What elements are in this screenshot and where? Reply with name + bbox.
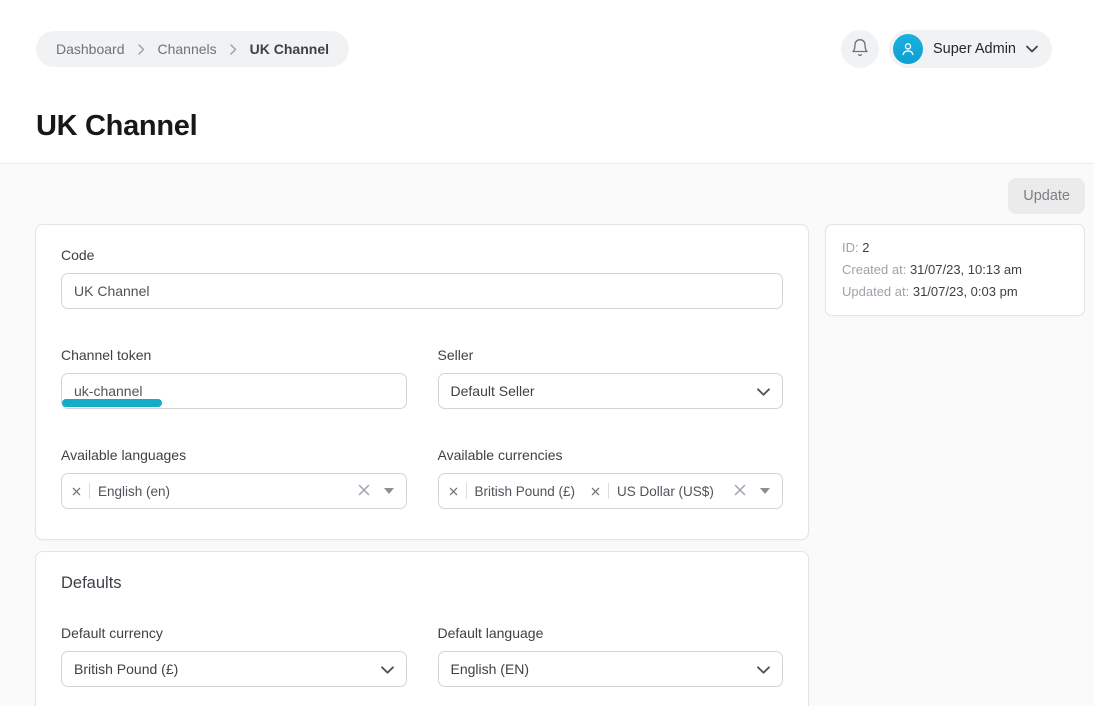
available-languages-field: Available languages English (en): [61, 447, 407, 509]
x-icon: [734, 484, 746, 499]
avatar: [893, 34, 923, 64]
meta-created-label: Created at:: [842, 262, 906, 277]
seller-field: Seller Default Seller: [438, 347, 784, 409]
default-language-select[interactable]: English (EN): [438, 651, 784, 687]
user-menu[interactable]: Super Admin: [889, 30, 1052, 68]
breadcrumb: Dashboard Channels UK Channel: [36, 31, 349, 67]
currency-chip: US Dollar (US$): [591, 483, 714, 499]
top-bar: Dashboard Channels UK Channel: [0, 0, 1094, 68]
multiselect-controls: [358, 484, 394, 499]
remove-chip-button[interactable]: [72, 484, 81, 499]
code-field: Code: [61, 247, 783, 309]
available-languages-multiselect[interactable]: English (en): [61, 473, 407, 509]
default-currency-select[interactable]: British Pound (£): [61, 651, 407, 687]
available-currencies-label: Available currencies: [438, 447, 784, 463]
default-language-field: Default language English (EN): [438, 625, 784, 687]
available-currencies-multiselect[interactable]: British Pound (£) US Dollar (US$): [438, 473, 784, 509]
top-right-actions: Super Admin: [841, 30, 1052, 68]
chip-label: English (en): [98, 484, 170, 499]
title-section: UK Channel: [0, 68, 1094, 163]
x-icon: [358, 484, 370, 499]
remove-chip-button[interactable]: [591, 484, 600, 499]
chip-divider: [608, 483, 609, 499]
breadcrumb-item-dashboard[interactable]: Dashboard: [56, 41, 125, 57]
update-button[interactable]: Update: [1008, 178, 1085, 214]
bell-icon: [850, 38, 870, 61]
seller-label: Seller: [438, 347, 784, 363]
chevron-down-icon: [1026, 40, 1038, 58]
chevron-down-icon: [757, 661, 770, 677]
actions-row: Update: [35, 178, 1085, 214]
breadcrumb-item-channels[interactable]: Channels: [158, 41, 217, 57]
main-column: Code Channel token Seller Defa: [35, 224, 809, 706]
code-label: Code: [61, 247, 783, 263]
meta-created-value: 31/07/23, 10:13 am: [910, 262, 1022, 277]
meta-id-label: ID:: [842, 240, 859, 255]
dropdown-arrow-icon[interactable]: [760, 488, 770, 494]
clear-all-button[interactable]: [358, 484, 370, 499]
default-currency-selected-value: British Pound (£): [74, 661, 178, 677]
seller-select[interactable]: Default Seller: [438, 373, 784, 409]
default-currency-label: Default currency: [61, 625, 407, 641]
chevron-down-icon: [757, 383, 770, 399]
channel-token-label: Channel token: [61, 347, 407, 363]
chevron-right-icon: [230, 44, 237, 55]
content-area: Update Code Channel token: [0, 163, 1094, 706]
x-icon: [591, 484, 600, 499]
default-language-selected-value: English (EN): [451, 661, 530, 677]
chip-divider: [466, 483, 467, 499]
meta-id: ID: 2: [842, 237, 1068, 259]
chip-label: British Pound (£): [475, 484, 576, 499]
default-currency-field: Default currency British Pound (£): [61, 625, 407, 687]
user-name: Super Admin: [933, 41, 1016, 57]
breadcrumb-item-current: UK Channel: [250, 41, 329, 57]
remove-chip-button[interactable]: [449, 484, 458, 499]
default-language-label: Default language: [438, 625, 784, 641]
side-column: ID: 2 Created at: 31/07/23, 10:13 am Upd…: [825, 224, 1085, 316]
chevron-right-icon: [138, 44, 145, 55]
clear-all-button[interactable]: [734, 484, 746, 499]
x-icon: [72, 484, 81, 499]
defaults-card: Defaults Default currency British Pound …: [35, 551, 809, 706]
multiselect-controls: [734, 484, 770, 499]
channel-token-field: Channel token: [61, 347, 407, 409]
entity-meta-card: ID: 2 Created at: 31/07/23, 10:13 am Upd…: [825, 224, 1085, 316]
available-currencies-field: Available currencies British Pound (£): [438, 447, 784, 509]
defaults-heading: Defaults: [61, 574, 783, 593]
meta-id-value: 2: [862, 240, 869, 255]
chevron-down-icon: [381, 661, 394, 677]
channel-settings-card: Code Channel token Seller Defa: [35, 224, 809, 540]
dropdown-arrow-icon[interactable]: [384, 488, 394, 494]
available-languages-label: Available languages: [61, 447, 407, 463]
language-chip: English (en): [72, 483, 170, 499]
meta-updated-value: 31/07/23, 0:03 pm: [913, 284, 1018, 299]
token-underline-highlight: [62, 399, 162, 407]
chip-divider: [89, 483, 90, 499]
seller-selected-value: Default Seller: [451, 383, 535, 399]
currency-chip: British Pound (£): [449, 483, 576, 499]
chip-label: US Dollar (US$): [617, 484, 714, 499]
x-icon: [449, 484, 458, 499]
meta-created: Created at: 31/07/23, 10:13 am: [842, 259, 1068, 281]
meta-updated-label: Updated at:: [842, 284, 909, 299]
code-input[interactable]: [61, 273, 783, 309]
meta-updated: Updated at: 31/07/23, 0:03 pm: [842, 281, 1068, 303]
notifications-button[interactable]: [841, 30, 879, 68]
page-title: UK Channel: [36, 110, 1058, 143]
